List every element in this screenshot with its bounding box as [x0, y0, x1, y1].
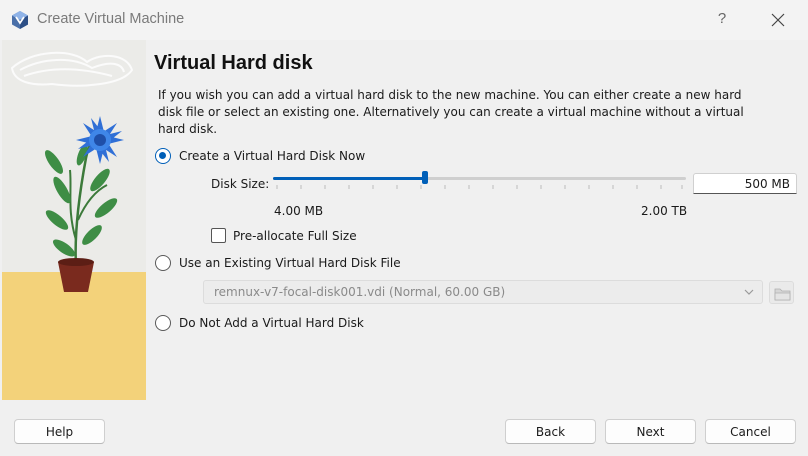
slider-ticks: [276, 185, 683, 189]
disk-size-slider[interactable]: [273, 171, 686, 195]
disk-size-label: Disk Size:: [211, 177, 270, 191]
wizard-content: Virtual Hard disk If you wish you can ad…: [146, 40, 808, 406]
back-button[interactable]: Back: [505, 419, 596, 444]
window-title: Create Virtual Machine: [37, 11, 185, 27]
radio-do-not-add-label: Do Not Add a Virtual Hard Disk: [179, 316, 364, 330]
chevron-down-icon: [744, 289, 754, 295]
radio-use-existing-label: Use an Existing Virtual Hard Disk File: [179, 256, 401, 270]
preallocate-checkbox[interactable]: [211, 228, 226, 243]
slider-thumb[interactable]: [422, 171, 428, 184]
next-button[interactable]: Next: [605, 419, 696, 444]
virtualbox-icon: [12, 11, 28, 29]
radio-do-not-add-indicator[interactable]: [155, 315, 171, 331]
radio-use-existing-indicator[interactable]: [155, 255, 171, 271]
close-icon[interactable]: [768, 10, 788, 30]
radio-use-existing[interactable]: Use an Existing Virtual Hard Disk File: [155, 255, 401, 271]
radio-do-not-add[interactable]: Do Not Add a Virtual Hard Disk: [155, 315, 364, 331]
cancel-button[interactable]: Cancel: [705, 419, 796, 444]
disk-size-max: 2.00 TB: [641, 204, 688, 218]
radio-create-disk-indicator[interactable]: [155, 148, 171, 164]
preallocate-label: Pre-allocate Full Size: [233, 228, 357, 243]
wizard-illustration: [2, 40, 146, 400]
radio-create-disk-label: Create a Virtual Hard Disk Now: [179, 149, 366, 163]
flower-icon: [76, 116, 124, 164]
folder-icon: [774, 288, 791, 301]
disk-size-input[interactable]: [693, 173, 797, 194]
disk-size-min: 4.00 MB: [274, 204, 324, 218]
button-bar: Help Back Next Cancel: [0, 406, 808, 456]
preallocate-checkbox-row[interactable]: Pre-allocate Full Size: [211, 228, 357, 243]
help-button[interactable]: Help: [14, 419, 105, 444]
existing-disk-value: remnux-v7-focal-disk001.vdi (Normal, 60.…: [214, 285, 506, 299]
help-icon[interactable]: ?: [714, 10, 730, 30]
page-description: If you wish you can add a virtual hard d…: [158, 88, 744, 136]
title-bar: Create Virtual Machine ?: [0, 0, 808, 40]
page-title: Virtual Hard disk: [154, 52, 313, 74]
choose-disk-file-button[interactable]: [769, 281, 794, 304]
existing-disk-select[interactable]: remnux-v7-focal-disk001.vdi (Normal, 60.…: [203, 280, 763, 304]
radio-create-disk[interactable]: Create a Virtual Hard Disk Now: [155, 148, 365, 164]
